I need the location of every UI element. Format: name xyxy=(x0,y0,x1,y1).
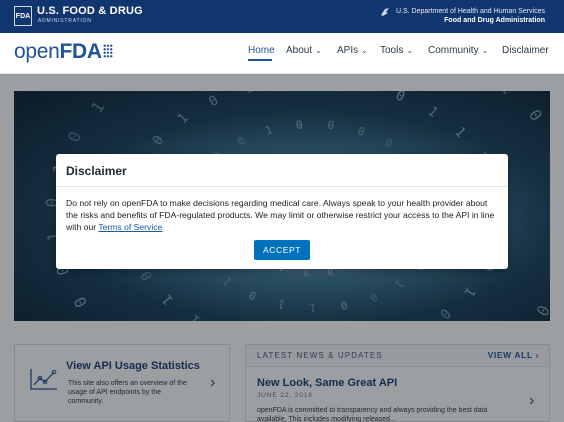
brand-open-text: open xyxy=(14,40,60,63)
nav-about[interactable]: About ⌄ xyxy=(286,45,322,56)
nav-apis-label: APIs xyxy=(337,45,359,56)
hhs-department-link[interactable]: U.S. Department of Health and Human Serv… xyxy=(396,8,545,15)
brand-fda-text: FDA xyxy=(59,40,103,63)
fda-subtitle: ADMINISTRATION xyxy=(38,18,92,24)
disclaimer-modal: Disclaimer Do not rely on openFDA to mak… xyxy=(56,154,508,269)
modal-title: Disclaimer xyxy=(66,164,127,178)
nav-community-label: Community xyxy=(428,45,479,56)
modal-body: Do not rely on openFDA to make decisions… xyxy=(66,197,500,233)
fda-logo[interactable]: FDA xyxy=(14,6,32,26)
nav-home[interactable]: Home xyxy=(248,45,275,56)
nav-active-underline xyxy=(248,59,272,61)
eagle-icon xyxy=(381,8,389,16)
fda-name[interactable]: U.S. FOOD & DRUG xyxy=(37,5,143,17)
nav-apis[interactable]: APIs ⌄ xyxy=(337,45,368,56)
openfda-logo[interactable]: openFDA xyxy=(14,40,102,64)
nav-about-label: About xyxy=(286,45,313,56)
accept-button[interactable]: ACCEPT xyxy=(254,240,310,260)
main-nav: openFDA Home About ⌄ APIs ⌄ Tools ⌄ Communi… xyxy=(0,33,564,74)
chevron-down-icon: ⌄ xyxy=(361,46,368,55)
nav-tools-label: Tools xyxy=(380,45,404,56)
fda-top-bar: FDA U.S. FOOD & DRUG ADMINISTRATION U.S.… xyxy=(0,0,564,33)
hhs-fda-label[interactable]: Food and Drug Administration xyxy=(444,17,545,24)
terms-of-service-link[interactable]: Terms of Service xyxy=(98,222,162,232)
nav-disclaimer-label: Disclaimer xyxy=(502,45,549,56)
chevron-down-icon: ⌄ xyxy=(406,46,414,55)
brand-dots-icon xyxy=(103,44,113,58)
nav-tools[interactable]: Tools ⌄ xyxy=(380,45,413,56)
chevron-down-icon: ⌄ xyxy=(481,46,489,55)
nav-disclaimer[interactable]: Disclaimer xyxy=(502,45,549,56)
modal-header: Disclaimer xyxy=(56,154,508,187)
nav-home-label: Home xyxy=(248,45,275,56)
nav-community[interactable]: Community ⌄ xyxy=(428,45,488,56)
chevron-down-icon: ⌄ xyxy=(315,46,322,55)
